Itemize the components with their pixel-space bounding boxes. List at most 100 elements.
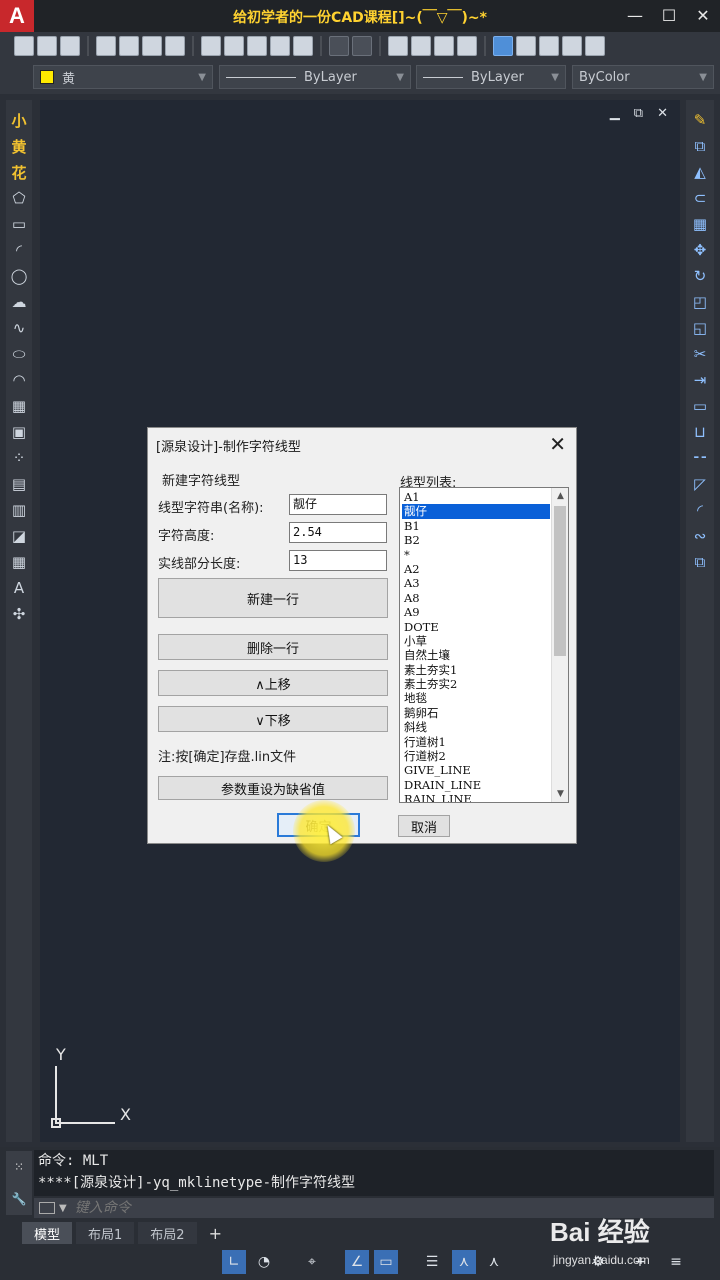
linetype-list-item[interactable]: 自然土壤 [402, 648, 550, 662]
print-preview-icon[interactable] [119, 36, 139, 56]
add-layout-button[interactable]: + [201, 1222, 230, 1244]
linetype-list-item[interactable]: 素土夯实1 [402, 663, 550, 677]
linetype-list-item[interactable]: 素土夯实2 [402, 677, 550, 691]
print-icon[interactable] [96, 36, 116, 56]
chevron-down-icon[interactable]: ▼ [59, 1203, 67, 1214]
ellipse-icon[interactable]: ⬭ [9, 344, 29, 364]
polar-tracking-icon[interactable]: ◔ [252, 1250, 276, 1274]
linetype-list-item[interactable]: B1 [402, 519, 550, 533]
plot-icon[interactable] [142, 36, 162, 56]
publish-icon[interactable] [165, 36, 185, 56]
linetype-list-item[interactable]: GIVE_LINE [402, 763, 550, 777]
drawing-minimize-button[interactable]: ▁ [610, 106, 620, 121]
paste-icon[interactable] [247, 36, 267, 56]
zoom-realtime-icon[interactable] [411, 36, 431, 56]
list-scrollbar[interactable]: ▲ ▼ [551, 488, 568, 802]
annotation-scale-icon[interactable]: ⋏ [482, 1250, 506, 1274]
scroll-down-icon[interactable]: ▼ [552, 786, 568, 802]
cancel-button[interactable]: 取消 [398, 815, 450, 837]
tab-layout2[interactable]: 布局2 [138, 1222, 197, 1244]
annotation-visibility-icon[interactable]: ⋏ [452, 1250, 476, 1274]
customize-wrench-icon[interactable]: 🔧 [12, 1192, 27, 1206]
linetype-list-item[interactable]: DOTE [402, 620, 550, 634]
copy-icon[interactable] [224, 36, 244, 56]
ellipse-arc-icon[interactable]: ◠ [9, 370, 29, 390]
maximize-button[interactable]: ☐ [658, 4, 680, 26]
blend-curves-icon[interactable]: ∾ [690, 526, 710, 546]
linetype-list-item[interactable]: 斜线 [402, 720, 550, 734]
redo-icon[interactable] [352, 36, 372, 56]
match-properties-icon[interactable] [270, 36, 290, 56]
linetype-list-item[interactable]: B2 [402, 533, 550, 547]
linetype-list-item[interactable]: 靓仔 [402, 504, 550, 519]
copy-object-icon[interactable]: ⧉ [690, 136, 710, 156]
fillet-icon[interactable]: ◜ [690, 500, 710, 520]
stretch-icon[interactable]: ◱ [690, 318, 710, 338]
linetype-list-item[interactable]: A1 [402, 490, 550, 504]
lineweight-dropdown[interactable]: ByLayer ▼ [416, 65, 566, 89]
mirror-icon[interactable]: ◭ [690, 162, 710, 182]
move-up-button[interactable]: ∧上移 [158, 670, 388, 696]
custom-tool-flower[interactable]: 花 [9, 162, 29, 182]
delete-row-button[interactable]: 删除一行 [158, 634, 388, 660]
linetype-list-item[interactable]: A3 [402, 576, 550, 590]
polygon-icon[interactable]: ⬠ [9, 188, 29, 208]
brush-icon[interactable] [293, 36, 313, 56]
object-snap-tracking-icon[interactable]: ⌖ [300, 1250, 324, 1274]
sheet-set-icon[interactable] [562, 36, 582, 56]
linetype-list-item[interactable]: 鹅卵石 [402, 706, 550, 720]
point-icon[interactable]: ⁘ [9, 448, 29, 468]
dialog-close-button[interactable]: ✕ [549, 432, 566, 456]
save-icon[interactable] [60, 36, 80, 56]
cut-icon[interactable] [201, 36, 221, 56]
properties-icon[interactable] [493, 36, 513, 56]
command-input[interactable] [74, 1200, 375, 1216]
new-row-button[interactable]: 新建一行 [158, 578, 388, 618]
table-icon[interactable]: ▦ [9, 552, 29, 572]
custom-tool-yellow[interactable]: 黄 [9, 136, 29, 156]
linetype-listbox[interactable]: A1 靓仔 B1 B2 * A2 A3 A8 A9 DOTE 小草 自然土壤 素土夯实1 素土夯实2 地毯鹅… [399, 487, 569, 803]
custom-tool-small[interactable]: 小 [9, 110, 29, 130]
ortho-toggle-icon[interactable]: ∟ [222, 1250, 246, 1274]
linetype-list-item[interactable]: 行道树1 [402, 735, 550, 749]
drawing-close-button[interactable]: ✕ [657, 106, 668, 121]
char-height-field[interactable]: 2.54 [289, 522, 387, 543]
customize-menu-icon[interactable]: ≡ [664, 1250, 688, 1274]
linetype-list-item[interactable]: RAIN_LINE [402, 792, 550, 802]
command-prompt-icon[interactable] [39, 1202, 55, 1214]
zoom-previous-icon[interactable] [457, 36, 477, 56]
gradient-icon[interactable]: ▥ [9, 500, 29, 520]
rectangle-icon[interactable]: ▭ [9, 214, 29, 234]
linetype-list-item[interactable]: A2 [402, 562, 550, 576]
erase-icon[interactable]: ✎ [690, 110, 710, 130]
tool-palettes-icon[interactable] [539, 36, 559, 56]
pan-icon[interactable] [388, 36, 408, 56]
explode-icon[interactable]: ⧉ [690, 552, 710, 572]
linetype-list-item[interactable]: 行道树2 [402, 749, 550, 763]
array-icon[interactable]: ▦ [690, 214, 710, 234]
color-dropdown[interactable]: 黄 ▼ [33, 65, 213, 89]
hatch-icon[interactable]: ▤ [9, 474, 29, 494]
tab-layout1[interactable]: 布局1 [76, 1222, 135, 1244]
revcloud-icon[interactable]: ☁ [9, 292, 29, 312]
trim-icon[interactable]: ✂ [690, 344, 710, 364]
join-icon[interactable]: ⁃⁃ [690, 448, 710, 468]
new-file-icon[interactable] [14, 36, 34, 56]
drawing-restore-button[interactable]: ⧉ [634, 106, 643, 121]
solid-length-field[interactable]: 13 [289, 550, 387, 571]
undo-icon[interactable] [329, 36, 349, 56]
move-down-button[interactable]: ∨下移 [158, 706, 388, 732]
open-file-icon[interactable] [37, 36, 57, 56]
command-window-handle[interactable]: ⁙ 🔧 [6, 1151, 32, 1215]
linetype-list-item[interactable]: 地毯 [402, 691, 550, 705]
markup-icon[interactable] [585, 36, 605, 56]
reset-defaults-button[interactable]: 参数重设为缺省值 [158, 776, 388, 800]
linetype-list-item[interactable]: A8 [402, 591, 550, 605]
dynamic-input-icon[interactable]: ▭ [374, 1250, 398, 1274]
multiline-text-icon[interactable]: A [9, 578, 29, 598]
minimize-button[interactable]: — [624, 4, 646, 26]
offset-icon[interactable]: ⊂ [690, 188, 710, 208]
scale-icon[interactable]: ◰ [690, 292, 710, 312]
close-window-button[interactable]: ✕ [692, 4, 714, 26]
circle-icon[interactable]: ◯ [9, 266, 29, 286]
